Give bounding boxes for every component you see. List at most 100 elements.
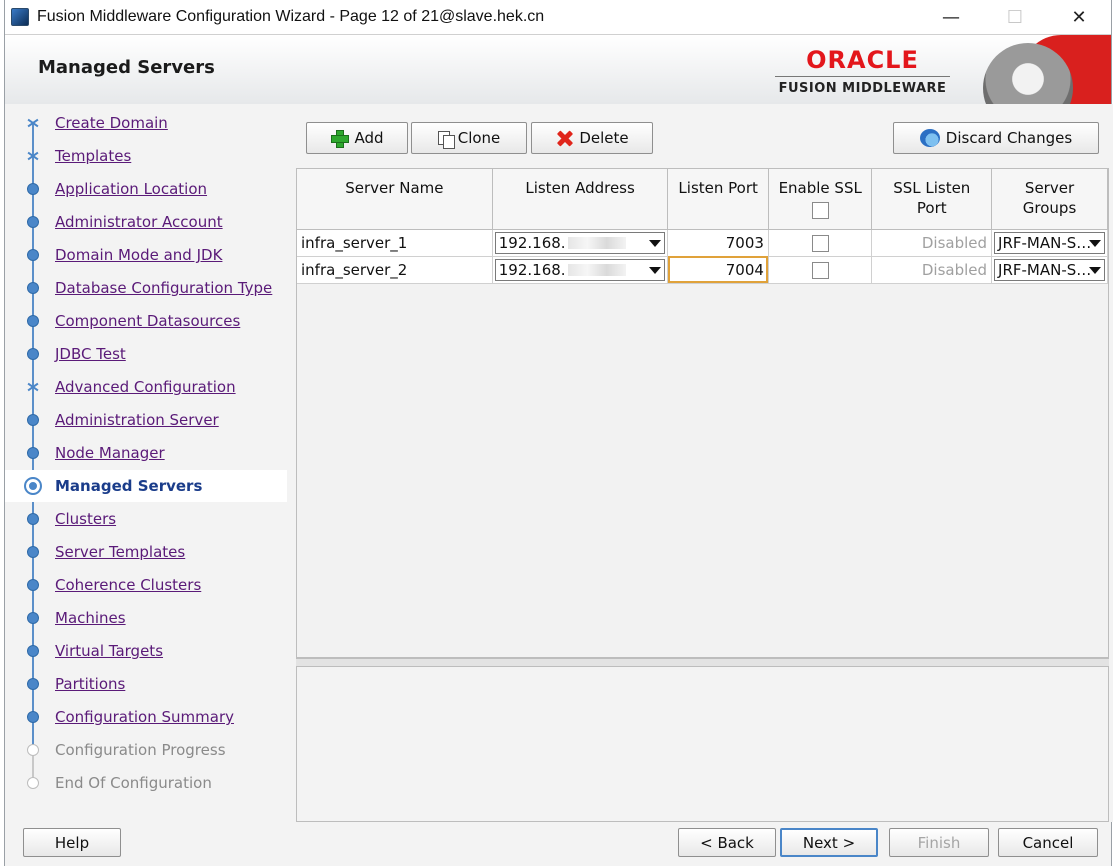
col-header-listen-port[interactable]: Listen Port bbox=[667, 169, 769, 230]
clone-icon bbox=[437, 131, 455, 149]
delete-button-label: Delete bbox=[579, 129, 629, 147]
table-row[interactable]: infra_server_1 192.168. 7003 Disabled JR… bbox=[297, 229, 1108, 257]
close-icon[interactable]: ✕ bbox=[1047, 0, 1111, 34]
col-header-server-name[interactable]: Server Name bbox=[297, 169, 493, 230]
col-header-ssl-listen-port[interactable]: SSL Listen Port bbox=[871, 169, 993, 230]
nav-step-node-manager[interactable]: Node Manager bbox=[5, 439, 287, 467]
step-done-icon bbox=[27, 282, 39, 294]
nav-step-label: Server Templates bbox=[55, 543, 186, 561]
listen-address-cell[interactable]: 192.168. bbox=[492, 256, 669, 284]
nav-step-coherence-clusters[interactable]: Coherence Clusters bbox=[5, 571, 287, 599]
nav-step-label: Machines bbox=[55, 609, 126, 627]
listen-address-value: 192.168. bbox=[498, 233, 566, 252]
split-pane-divider[interactable] bbox=[296, 658, 1109, 666]
nav-step-clusters[interactable]: Clusters bbox=[5, 505, 287, 533]
nav-step-machines[interactable]: Machines bbox=[5, 604, 287, 632]
nav-step-label: Node Manager bbox=[55, 444, 165, 462]
nav-step-administrator-account[interactable]: Administrator Account bbox=[5, 208, 287, 236]
server-groups-dropdown[interactable]: JRF-MAN-S… bbox=[994, 231, 1105, 254]
server-groups-header-line2: Groups bbox=[1022, 199, 1077, 217]
help-button[interactable]: Help bbox=[23, 828, 121, 857]
add-button[interactable]: Add bbox=[306, 122, 408, 154]
nav-step-label: End Of Configuration bbox=[55, 774, 212, 792]
detail-panel bbox=[296, 666, 1109, 822]
nav-step-application-location[interactable]: Application Location bbox=[5, 175, 287, 203]
table-row[interactable]: infra_server_2 192.168. 7004 Disabled JR… bbox=[297, 256, 1108, 284]
undo-icon bbox=[919, 129, 940, 147]
nav-step-label: Domain Mode and JDK bbox=[55, 246, 223, 264]
step-done-icon bbox=[27, 645, 39, 657]
col-header-server-groups[interactable]: Server Groups bbox=[991, 169, 1108, 230]
nav-step-label: Application Location bbox=[55, 180, 208, 198]
clone-button[interactable]: Clone bbox=[411, 122, 527, 154]
add-button-label: Add bbox=[354, 129, 384, 147]
listen-address-dropdown[interactable]: 192.168. bbox=[494, 231, 666, 254]
content-panel: Add Clone Delete Discard Changes Server … bbox=[292, 104, 1113, 822]
server-name-cell[interactable]: infra_server_2 bbox=[297, 256, 493, 284]
redacted-ip-mask bbox=[567, 236, 626, 249]
server-groups-cell[interactable]: JRF-MAN-S… bbox=[991, 229, 1108, 257]
step-done-icon bbox=[27, 216, 39, 228]
step-done-icon bbox=[27, 348, 39, 360]
step-done-icon bbox=[27, 315, 39, 327]
dropdown-arrow-icon bbox=[1089, 266, 1101, 274]
app-icon bbox=[11, 8, 29, 26]
nav-step-server-templates[interactable]: Server Templates bbox=[5, 538, 287, 566]
nav-step-configuration-summary[interactable]: Configuration Summary bbox=[5, 703, 287, 731]
step-done-icon bbox=[27, 612, 39, 624]
nav-step-virtual-targets[interactable]: Virtual Targets bbox=[5, 637, 287, 665]
nav-step-label: Virtual Targets bbox=[55, 642, 164, 660]
enable-ssl-header-label: Enable SSL bbox=[778, 179, 862, 197]
next-button[interactable]: Next > bbox=[780, 828, 878, 857]
nav-step-label: Database Configuration Type bbox=[55, 279, 273, 297]
dropdown-arrow-icon bbox=[1089, 239, 1101, 247]
listen-address-dropdown[interactable]: 192.168. bbox=[494, 258, 666, 281]
redacted-ip-mask bbox=[567, 263, 626, 276]
cancel-button[interactable]: Cancel bbox=[998, 828, 1098, 857]
maximize-icon: ☐ bbox=[1006, 6, 1024, 28]
nav-step-jdbc-test[interactable]: JDBC Test bbox=[5, 340, 287, 368]
fusion-middleware-label: FUSION MIDDLEWARE bbox=[775, 76, 950, 96]
enable-ssl-checkbox[interactable] bbox=[811, 234, 829, 252]
step-done-icon bbox=[27, 678, 39, 690]
clone-button-label: Clone bbox=[457, 129, 501, 147]
server-groups-cell[interactable]: JRF-MAN-S… bbox=[991, 256, 1108, 284]
enable-ssl-cell[interactable] bbox=[768, 229, 873, 257]
nav-step-templates[interactable]: Templates bbox=[5, 142, 287, 170]
step-done-icon bbox=[27, 249, 39, 261]
nav-step-administration-server[interactable]: Administration Server bbox=[5, 406, 287, 434]
nav-step-domain-mode-jdk[interactable]: Domain Mode and JDK bbox=[5, 241, 287, 269]
nav-step-label: Configuration Progress bbox=[55, 741, 226, 759]
step-done-icon bbox=[27, 513, 39, 525]
delete-button[interactable]: Delete bbox=[531, 122, 653, 154]
nav-step-label: JDBC Test bbox=[55, 345, 126, 363]
dropdown-arrow-icon bbox=[649, 239, 662, 247]
enable-ssl-all-checkbox[interactable] bbox=[811, 201, 829, 219]
wizard-footer: Help < Back Next > Finish Cancel bbox=[5, 822, 1111, 866]
listen-port-cell-focused[interactable]: 7004 bbox=[667, 256, 769, 284]
nav-step-label: Coherence Clusters bbox=[55, 576, 202, 594]
nav-step-advanced-configuration[interactable]: Advanced Configuration bbox=[5, 373, 287, 401]
step-done-icon bbox=[27, 546, 39, 558]
servers-table-area: Server Name Listen Address Listen Port E… bbox=[296, 168, 1109, 658]
step-pending-icon bbox=[27, 744, 39, 756]
nav-step-database-configuration-type[interactable]: Database Configuration Type bbox=[5, 274, 287, 302]
nav-step-create-domain[interactable]: Create Domain bbox=[5, 109, 287, 137]
nav-step-component-datasources[interactable]: Component Datasources bbox=[5, 307, 287, 335]
nav-step-managed-servers[interactable]: Managed Servers bbox=[5, 470, 287, 502]
managed-servers-table: Server Name Listen Address Listen Port E… bbox=[297, 169, 1108, 284]
nav-step-label: Advanced Configuration bbox=[55, 378, 236, 396]
listen-address-cell[interactable]: 192.168. bbox=[492, 229, 669, 257]
enable-ssl-cell[interactable] bbox=[768, 256, 873, 284]
col-header-listen-address[interactable]: Listen Address bbox=[492, 169, 669, 230]
listen-port-cell[interactable]: 7003 bbox=[667, 229, 769, 257]
minimize-icon[interactable]: — bbox=[919, 0, 983, 34]
server-groups-dropdown[interactable]: JRF-MAN-S… bbox=[994, 258, 1105, 281]
back-button[interactable]: < Back bbox=[678, 828, 776, 857]
nav-step-partitions[interactable]: Partitions bbox=[5, 670, 287, 698]
step-done-icon bbox=[27, 447, 39, 459]
server-name-cell[interactable]: infra_server_1 bbox=[297, 229, 493, 257]
enable-ssl-checkbox[interactable] bbox=[811, 261, 829, 279]
discard-changes-button[interactable]: Discard Changes bbox=[893, 122, 1099, 154]
col-header-enable-ssl[interactable]: Enable SSL bbox=[768, 169, 873, 230]
